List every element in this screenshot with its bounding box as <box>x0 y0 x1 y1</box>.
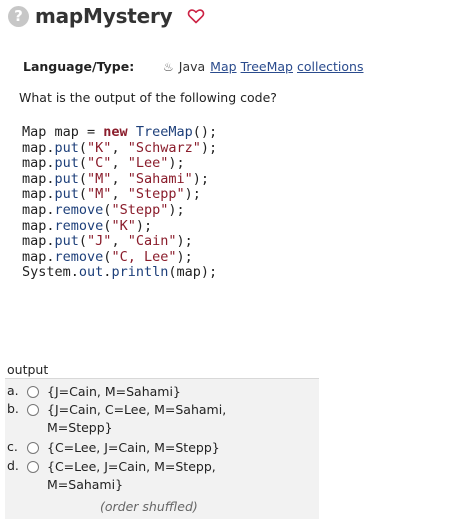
code-line: Map map = new TreeMap(); <box>22 124 218 140</box>
order-shuffled-note: (order shuffled) <box>100 499 198 514</box>
output-label: output <box>7 362 49 377</box>
option-letter: c. <box>7 439 18 454</box>
option-c[interactable]: c. {C=Lee, J=Cain, M=Stepp} <box>5 439 220 457</box>
language-java: Java <box>178 59 206 74</box>
page-title: mapMystery <box>35 4 173 28</box>
tag-link-map[interactable]: Map <box>210 59 236 74</box>
code-line: map.put("M", "Sahami"); <box>22 170 209 187</box>
option-d[interactable]: d. {C=Lee, J=Cain, M=Stepp, M=Sahami} <box>5 458 216 494</box>
language-row: Language/Type: ♨ Java Map TreeMap collec… <box>23 59 368 74</box>
option-letter: a. <box>7 383 19 398</box>
radio-button[interactable] <box>27 442 39 454</box>
language-label: Language/Type: <box>23 59 135 74</box>
option-text: {J=Cain, C=Lee, M=Sahami, M=Stepp} <box>47 402 227 435</box>
output-panel: a. {J=Cain, M=Sahami} b. {J=Cain, C=Lee,… <box>5 378 319 519</box>
option-a[interactable]: a. {J=Cain, M=Sahami} <box>5 383 181 401</box>
code-block: Map map = new TreeMap(); map.put("K", "Sc… <box>22 124 218 281</box>
tag-link-treemap[interactable]: TreeMap <box>241 59 293 74</box>
code-line: map.put("J", "Cain"); <box>22 233 193 250</box>
heart-icon[interactable] <box>187 7 205 25</box>
help-icon[interactable]: ? <box>8 5 29 27</box>
option-b[interactable]: b. {J=Cain, C=Lee, M=Sahami, M=Stepp} <box>5 401 226 437</box>
radio-button[interactable] <box>27 404 39 416</box>
option-text: {C=Lee, J=Cain, M=Stepp, M=Sahami} <box>47 459 216 492</box>
option-letter: d. <box>7 458 19 473</box>
code-line: map.remove("K"); <box>22 217 153 234</box>
tag-link-collections[interactable]: collections <box>297 59 364 74</box>
code-line: map.remove("C, Lee"); <box>22 248 193 265</box>
title-row: ? mapMystery <box>8 3 205 29</box>
code-line: System.out.println(map); <box>22 264 218 281</box>
code-line: map.remove("Stepp"); <box>22 201 185 218</box>
radio-button[interactable] <box>27 461 39 473</box>
code-line: map.put("K", "Schwarz"); <box>22 139 218 156</box>
option-letter: b. <box>7 401 19 416</box>
option-text: {J=Cain, M=Sahami} <box>47 384 181 399</box>
radio-button[interactable] <box>27 386 39 398</box>
option-text: {C=Lee, J=Cain, M=Stepp} <box>47 440 220 455</box>
code-line: map.put("C", "Lee"); <box>22 155 185 172</box>
code-line: map.put("M", "Stepp"); <box>22 186 201 203</box>
problem-page: ? mapMystery Language/Type: ♨ Java Map T… <box>0 0 450 524</box>
java-cup-icon: ♨ <box>163 59 174 74</box>
question-text: What is the output of the following code… <box>19 90 277 105</box>
